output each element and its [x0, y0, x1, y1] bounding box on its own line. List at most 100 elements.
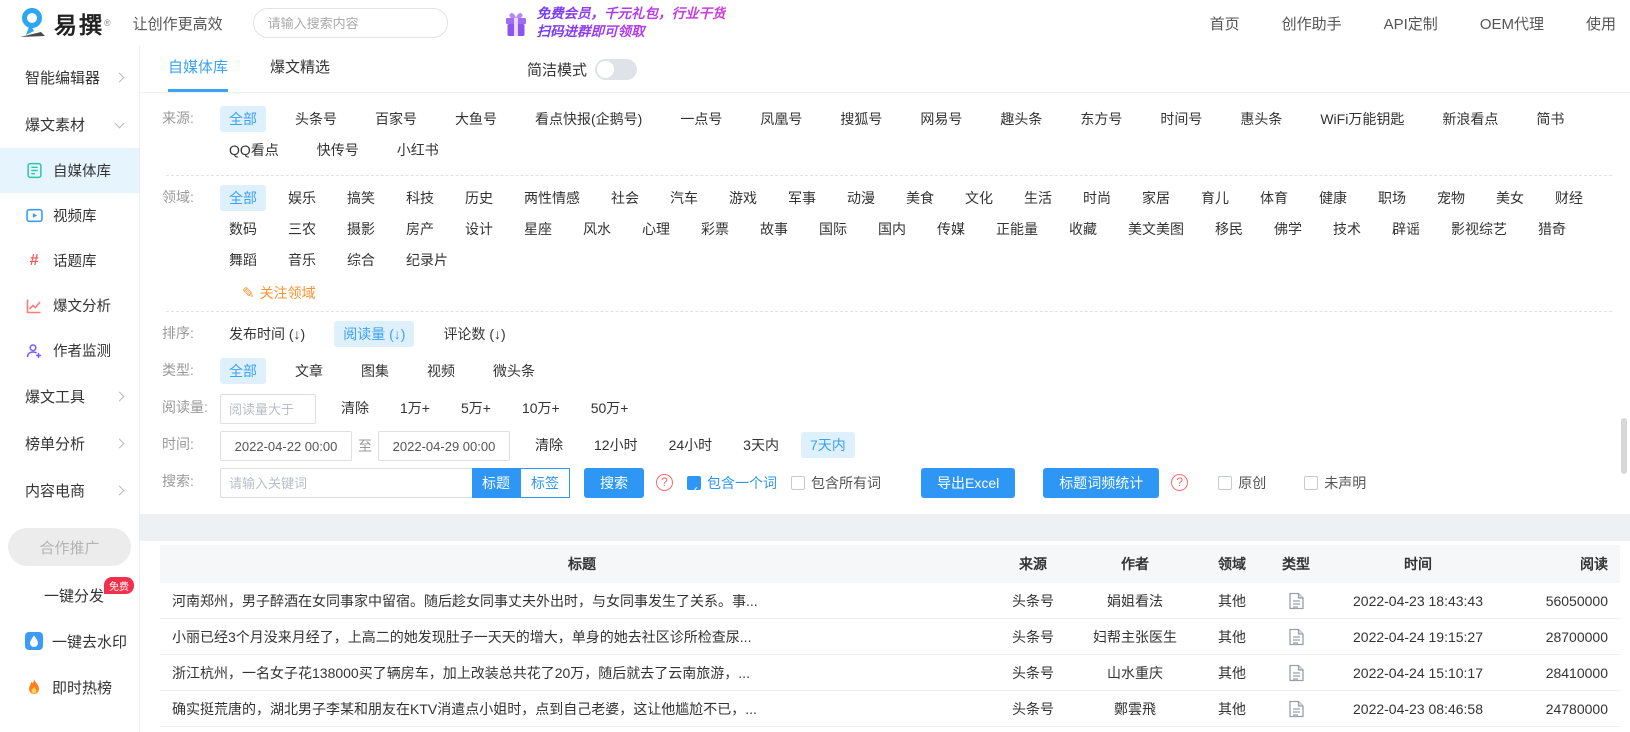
source-chip[interactable]: 凤凰号 [751, 106, 811, 132]
search-by-title-button[interactable]: 标题 [472, 468, 520, 498]
tab-media-library[interactable]: 自媒体库 [168, 46, 229, 92]
row-author[interactable]: 妇帮主张医生 [1074, 627, 1196, 647]
time-preset-chip[interactable]: 清除 [526, 432, 572, 458]
table-row[interactable]: 浙江杭州，一名女子花138000买了辆房车，加上改装总共花了20万，随后就去了云… [160, 655, 1620, 691]
simple-mode-toggle[interactable] [595, 58, 638, 80]
nav-link[interactable]: 创作助手 [1282, 13, 1342, 34]
tab-hot-articles[interactable]: 爆文精选 [270, 46, 330, 92]
nav-link[interactable]: API定制 [1384, 13, 1438, 34]
reads-preset-chip[interactable]: 1万+ [391, 395, 439, 421]
field-chip[interactable]: 宠物 [1428, 185, 1474, 211]
time-to-input[interactable] [378, 431, 510, 461]
sidebar-item-hot-tools[interactable]: 爆文工具 [0, 373, 139, 420]
source-chip[interactable]: 小红书 [388, 137, 448, 163]
field-chip[interactable]: 音乐 [279, 247, 325, 273]
sidebar-item-hot-analysis[interactable]: 爆文分析 [0, 283, 139, 328]
field-chip[interactable]: 技术 [1324, 216, 1370, 242]
row-author[interactable]: 山水重庆 [1074, 663, 1196, 683]
reads-preset-chip[interactable]: 清除 [332, 395, 378, 421]
field-chip[interactable]: 国际 [810, 216, 856, 242]
reads-min-input[interactable] [220, 394, 316, 424]
field-chip[interactable]: 设计 [456, 216, 502, 242]
type-chip[interactable]: 微头条 [484, 358, 544, 384]
field-chip[interactable]: 纪录片 [397, 247, 457, 273]
field-chip[interactable]: 三农 [279, 216, 325, 242]
source-chip[interactable]: 新浪看点 [1433, 106, 1507, 132]
field-chip[interactable]: 娱乐 [279, 185, 325, 211]
source-chip[interactable]: 全部 [220, 106, 266, 132]
export-excel-button[interactable]: 导出Excel [921, 468, 1016, 498]
logo[interactable]: 易撰 ® [18, 6, 111, 40]
vertical-scrollbar[interactable] [1621, 418, 1627, 474]
source-chip[interactable]: 时间号 [1151, 106, 1211, 132]
field-chip[interactable]: 军事 [779, 185, 825, 211]
field-chip[interactable]: 房产 [397, 216, 443, 242]
header-search[interactable] [252, 8, 448, 38]
field-chip[interactable]: 社会 [602, 185, 648, 211]
source-chip[interactable]: 看点快报(企鹅号) [526, 106, 651, 132]
source-chip[interactable]: 东方号 [1071, 106, 1131, 132]
contains-one-word-checkbox[interactable]: 包含一个词 [687, 468, 777, 506]
sidebar-item-content-ecommerce[interactable]: 内容电商 [0, 467, 139, 514]
field-chip[interactable]: 故事 [751, 216, 797, 242]
help-icon[interactable]: ? [1171, 474, 1189, 491]
field-chip[interactable]: 搞笑 [338, 185, 384, 211]
source-chip[interactable]: WiFi万能钥匙 [1311, 106, 1413, 132]
time-from-input[interactable] [220, 431, 352, 461]
sidebar-item-rank-analysis[interactable]: 榜单分析 [0, 420, 139, 467]
field-chip[interactable]: 国内 [869, 216, 915, 242]
field-chip[interactable]: 时尚 [1074, 185, 1120, 211]
table-row[interactable]: 确实挺荒唐的，湖北男子李某和朋友在KTV消遣点小姐时，点到自己老婆，这让他尴尬不… [160, 691, 1620, 727]
time-preset-chip[interactable]: 7天内 [800, 432, 855, 458]
source-chip[interactable]: 大鱼号 [446, 106, 506, 132]
reads-preset-chip[interactable]: 50万+ [582, 395, 638, 421]
field-chip[interactable]: 文化 [956, 185, 1002, 211]
field-chip[interactable]: 数码 [220, 216, 266, 242]
nav-link[interactable]: 首页 [1210, 13, 1240, 34]
title-word-frequency-button[interactable]: 标题词频统计 [1043, 468, 1160, 498]
field-chip[interactable]: 猎奇 [1529, 216, 1575, 242]
field-chip[interactable]: 影视综艺 [1442, 216, 1516, 242]
sort-chip[interactable]: 发布时间 (↓) [220, 321, 314, 347]
field-chip[interactable]: 舞蹈 [220, 247, 266, 273]
field-chip[interactable]: 移民 [1206, 216, 1252, 242]
field-chip[interactable]: 传媒 [928, 216, 974, 242]
sidebar-item-smart-editor[interactable]: 智能编辑器 [0, 54, 139, 101]
sidebar-item-hot-material[interactable]: 爆文素材 [0, 101, 139, 148]
field-chip[interactable]: 收藏 [1060, 216, 1106, 242]
field-chip[interactable]: 美女 [1487, 185, 1533, 211]
sidebar-item-one-key-distribute[interactable]: 一键分发 免费 [0, 572, 139, 618]
help-icon[interactable]: ? [656, 474, 673, 491]
sidebar-item-cooperation[interactable]: 合作推广 [8, 528, 131, 566]
field-chip[interactable]: 两性情感 [515, 185, 589, 211]
checkbox-icon[interactable] [1304, 476, 1319, 490]
field-chip[interactable]: 星座 [515, 216, 561, 242]
sidebar-item-author-monitor[interactable]: 作者监测 [0, 328, 139, 373]
field-chip[interactable]: 财经 [1546, 185, 1592, 211]
field-chip[interactable]: 彩票 [692, 216, 738, 242]
row-title[interactable]: 确实挺荒唐的，湖北男子李某和朋友在KTV消遣点小姐时，点到自己老婆，这让他尴尬不… [160, 699, 992, 719]
field-chip[interactable]: 科技 [397, 185, 443, 211]
keyword-input[interactable] [220, 468, 472, 498]
table-row[interactable]: 河南郑州，男子醉酒在女同事家中留宿。随后趁女同事丈夫外出时，与女同事发生了关系。… [160, 583, 1620, 619]
sidebar-item-media-library[interactable]: 自媒体库 [0, 148, 139, 193]
follow-field-link[interactable]: ✎ 关注领域 [242, 283, 1622, 303]
undeclared-checkbox[interactable]: 未声明 [1304, 468, 1366, 498]
sidebar-item-realtime-hotlist[interactable]: 即时热榜 [0, 664, 139, 710]
row-title[interactable]: 浙江杭州，一名女子花138000买了辆房车，加上改装总共花了20万，随后就去了云… [160, 663, 992, 683]
field-chip[interactable]: 育儿 [1192, 185, 1238, 211]
field-chip[interactable]: 综合 [338, 247, 384, 273]
row-author[interactable]: 娟姐看法 [1074, 591, 1196, 611]
row-author[interactable]: 鄭雲飛 [1074, 699, 1196, 719]
field-chip[interactable]: 职场 [1369, 185, 1415, 211]
checkbox-checked-icon[interactable] [687, 476, 701, 506]
field-chip[interactable]: 正能量 [987, 216, 1047, 242]
table-row[interactable]: 小丽已经3个月没来月经了，上高二的她发现肚子一天天的增大，单身的她去社区诊所检查… [160, 619, 1620, 655]
field-chip[interactable]: 体育 [1251, 185, 1297, 211]
source-chip[interactable]: 百家号 [366, 106, 426, 132]
source-chip[interactable]: 头条号 [286, 106, 346, 132]
time-preset-chip[interactable]: 3天内 [734, 432, 788, 458]
field-chip[interactable]: 辟谣 [1383, 216, 1429, 242]
sidebar-item-video-library[interactable]: 视频库 [0, 193, 139, 238]
field-chip[interactable]: 佛学 [1265, 216, 1311, 242]
